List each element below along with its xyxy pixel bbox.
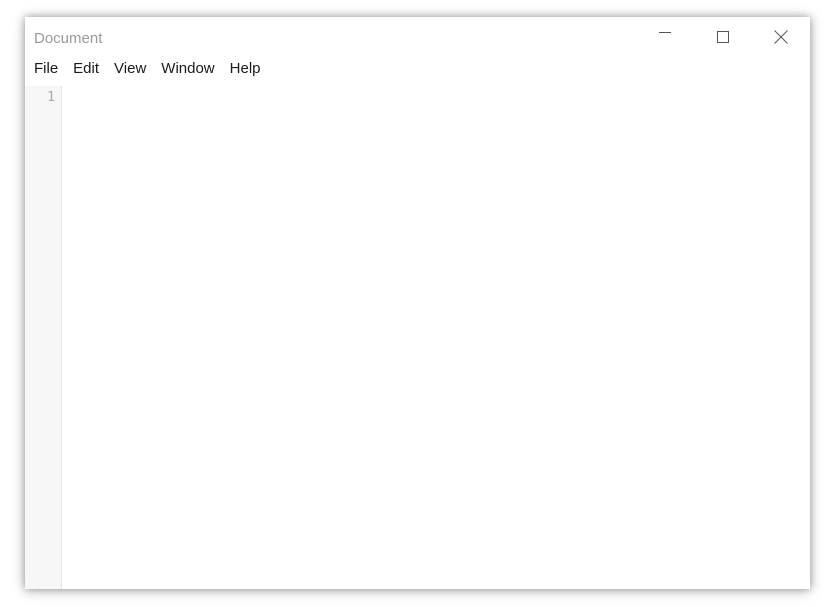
minimize-button[interactable] [636, 17, 694, 57]
menu-edit[interactable]: Edit [73, 58, 99, 80]
close-icon [774, 30, 788, 44]
line-number: 1 [47, 90, 55, 105]
menu-bar: File Edit View Window Help [25, 57, 810, 81]
menu-help[interactable]: Help [230, 58, 261, 80]
minimize-icon [659, 32, 671, 33]
close-button[interactable] [752, 17, 810, 57]
menu-file[interactable]: File [34, 58, 58, 80]
title-bar[interactable]: Document [25, 17, 810, 57]
maximize-icon [717, 31, 729, 43]
line-number-gutter: 1 [25, 86, 62, 589]
maximize-button[interactable] [694, 17, 752, 57]
menu-window[interactable]: Window [161, 58, 214, 80]
app-window: Document File Edit View Window Help 1 [25, 17, 810, 589]
editor-text-area[interactable] [62, 86, 810, 589]
window-title: Document [34, 30, 103, 47]
window-controls [636, 17, 810, 57]
editor: 1 [25, 86, 810, 589]
menu-view[interactable]: View [114, 58, 146, 80]
